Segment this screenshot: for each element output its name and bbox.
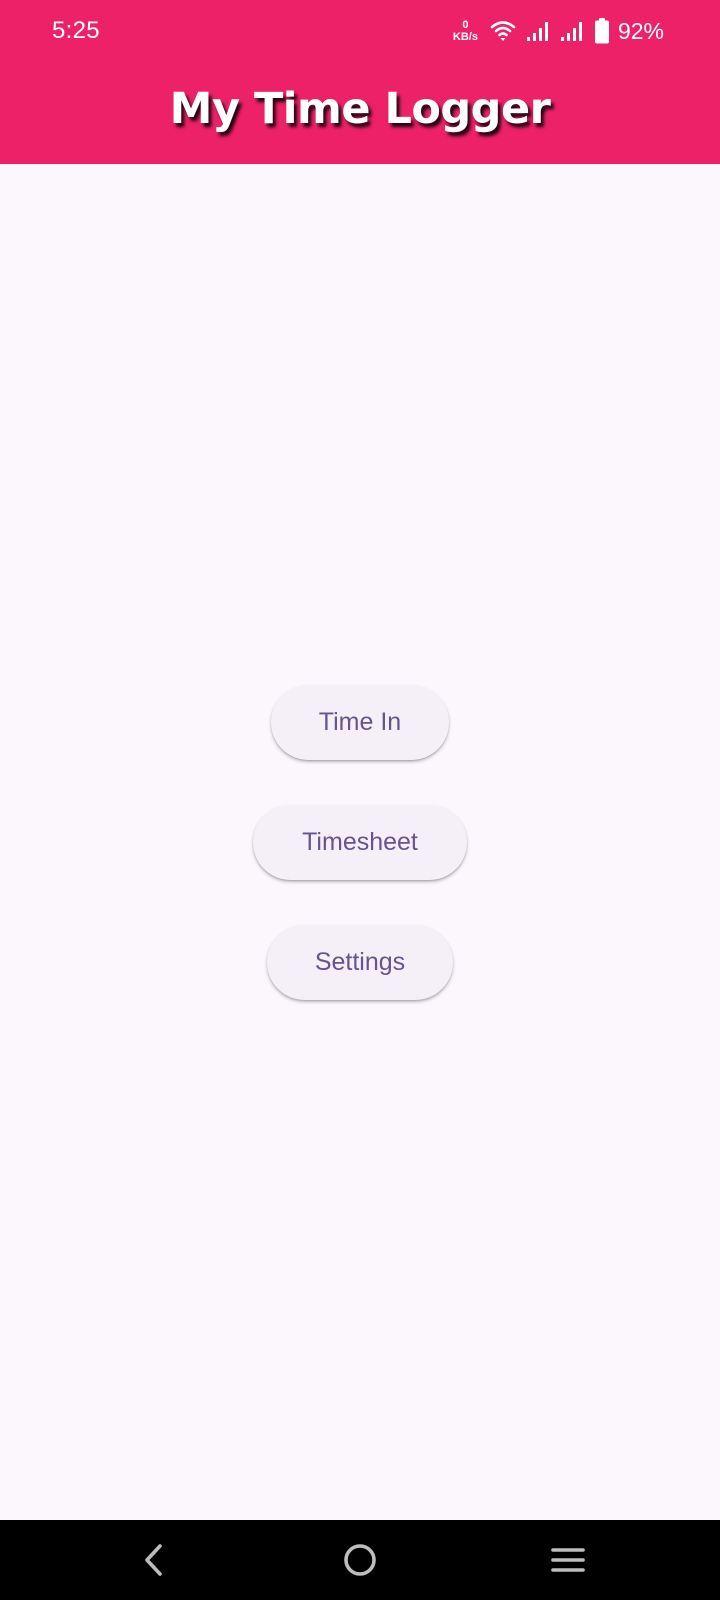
- app-bar: My Time Logger: [0, 60, 720, 164]
- net-speed: 0 KB/s: [453, 19, 478, 43]
- time-in-button[interactable]: Time In: [271, 685, 449, 760]
- status-icons: 0 KB/s 92%: [453, 14, 664, 48]
- page-title: My Time Logger: [169, 84, 551, 134]
- recents-icon[interactable]: [538, 1538, 598, 1582]
- signal-icon: [560, 20, 584, 42]
- settings-button[interactable]: Settings: [267, 925, 453, 1000]
- status-bar: 5:25 0 KB/s 92%: [0, 0, 720, 60]
- wifi-icon: [490, 20, 516, 42]
- back-icon[interactable]: [124, 1538, 184, 1582]
- battery-icon: [594, 18, 610, 44]
- status-time: 5:25: [52, 17, 100, 44]
- net-speed-value: 0: [462, 19, 469, 31]
- signal-icon: [526, 20, 550, 42]
- battery-percent: 92%: [617, 17, 664, 44]
- timesheet-button[interactable]: Timesheet: [253, 805, 467, 880]
- home-icon[interactable]: [330, 1538, 390, 1582]
- navigation-bar: [0, 1520, 720, 1600]
- net-speed-unit: KB/s: [452, 31, 478, 43]
